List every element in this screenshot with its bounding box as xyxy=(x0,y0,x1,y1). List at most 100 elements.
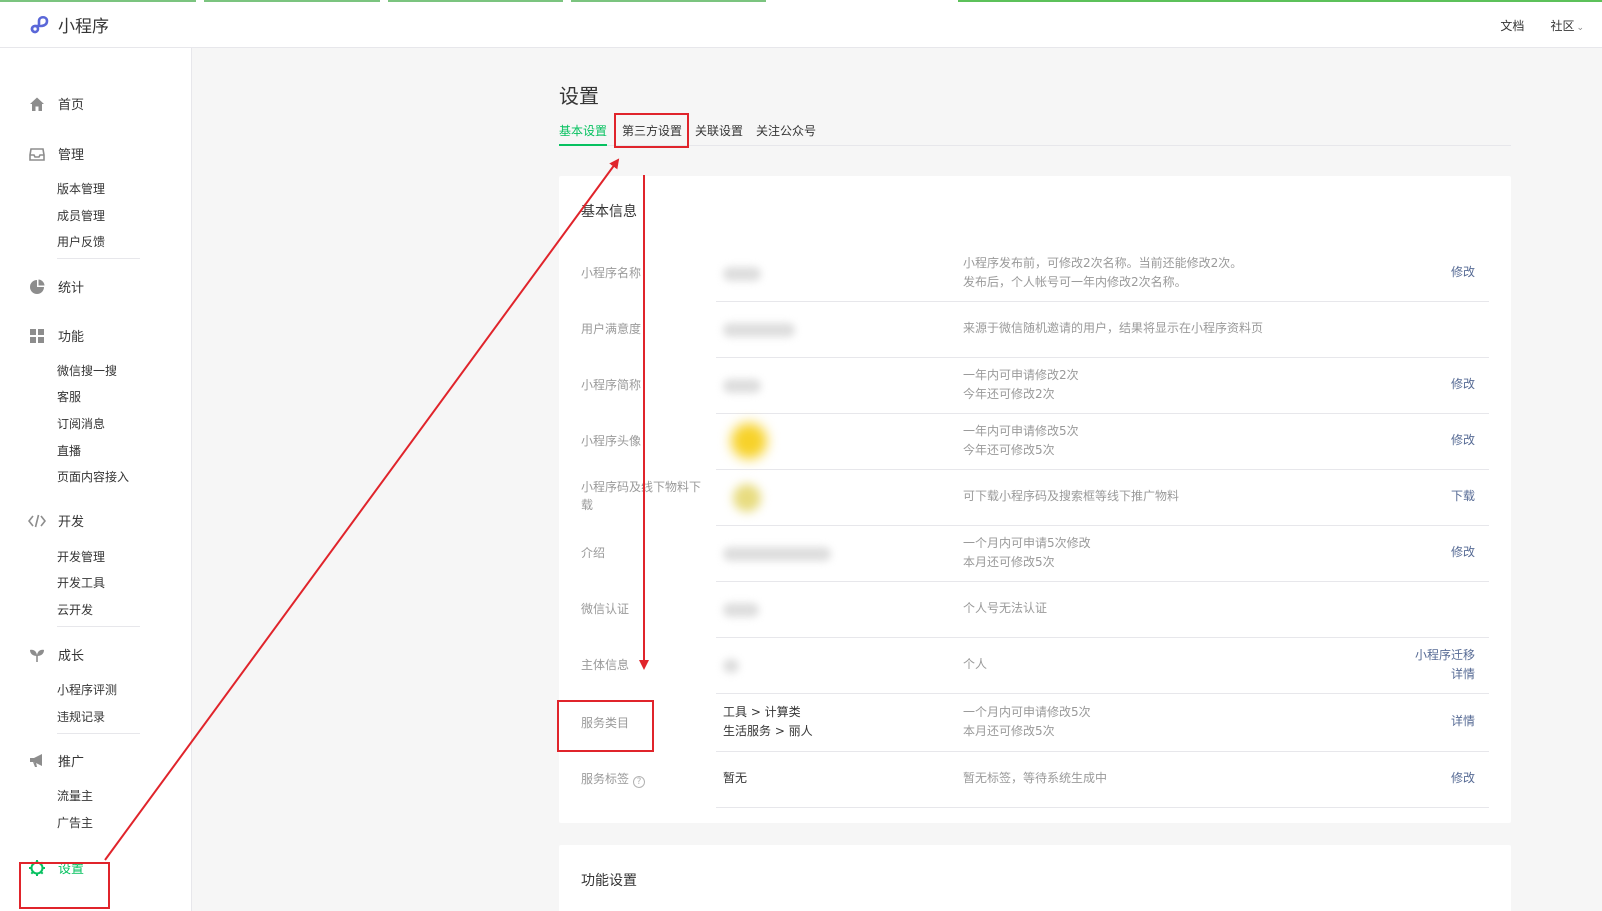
chevron-down-icon: ⌄ xyxy=(1576,23,1584,33)
sidebar-subitem-member-manage[interactable]: 成员管理 xyxy=(57,207,105,224)
sidebar-subitem-page-content[interactable]: 页面内容接入 xyxy=(57,468,129,485)
sidebar-subitem-violation-record[interactable]: 违规记录 xyxy=(57,708,105,725)
mini-program-logo-icon xyxy=(30,15,49,33)
sidebar-item-growth[interactable]: 成长 xyxy=(28,645,84,664)
tab-follow-official-account[interactable]: 关注公众号 xyxy=(756,122,816,139)
sidebar-item-promotion[interactable]: 推广 xyxy=(28,751,84,770)
sidebar-subitem-evaluation[interactable]: 小程序评测 xyxy=(57,681,117,698)
modify-avatar-link[interactable]: 修改 xyxy=(1451,431,1475,450)
sidebar-item-develop[interactable]: 开发 xyxy=(28,511,84,530)
sidebar-item-label: 推广 xyxy=(58,755,85,770)
main-content: 设置 基本设置 第三方设置 关联设置 关注公众号 基本信息 小程序名称 小程序发… xyxy=(192,48,1602,911)
sidebar-item-label: 统计 xyxy=(58,281,85,296)
row-desc-line: 发布后，个人帐号可一年内修改2次名称。 xyxy=(963,275,1187,289)
page-title: 设置 xyxy=(559,84,599,108)
service-category-details-link[interactable]: 详情 xyxy=(1451,712,1475,731)
modify-name-link[interactable]: 修改 xyxy=(1451,263,1475,282)
qrcode-thumbnail xyxy=(733,484,761,512)
row-desc-line: 本月还可修改5次 xyxy=(963,555,1055,569)
annotation-box-service-category xyxy=(557,700,654,752)
row-divider xyxy=(716,807,1489,808)
row-desc: 小程序发布前，可修改2次名称。当前还能修改2次。 发布后，个人帐号可一年内修改2… xyxy=(963,254,1242,292)
loading-strip xyxy=(0,0,196,2)
sidebar-subitem-version-manage[interactable]: 版本管理 xyxy=(57,180,105,197)
sidebar-subitem-customer-service[interactable]: 客服 xyxy=(57,388,81,405)
top-links: 文档 社区 ⌄ xyxy=(1500,17,1584,34)
loading-strip xyxy=(958,0,1602,2)
modify-short-name-link[interactable]: 修改 xyxy=(1451,375,1475,394)
row-desc: 来源于微信随机邀请的用户，结果将显示在小程序资料页 xyxy=(963,321,1264,335)
sidebar-subitem-live[interactable]: 直播 xyxy=(57,442,81,459)
sidebar-item-features[interactable]: 功能 xyxy=(28,326,84,345)
loading-strip xyxy=(204,0,380,2)
app-logo[interactable]: 小程序 xyxy=(28,12,109,37)
active-tab-underline xyxy=(559,144,607,146)
settings-tabs: 基本设置 第三方设置 关联设置 关注公众号 xyxy=(559,120,1511,146)
row-label: 介绍 xyxy=(581,546,606,560)
row-label: 用户满意度 xyxy=(581,322,642,336)
row-desc-line: 小程序发布前，可修改2次名称。当前还能修改2次。 xyxy=(963,256,1243,270)
row-label: 小程序码及线下物料下载 xyxy=(581,480,702,512)
service-tags-value: 暂无 xyxy=(723,771,748,785)
sidebar-item-manage[interactable]: 管理 xyxy=(28,144,84,163)
sidebar-subitem-subscribe-message[interactable]: 订阅消息 xyxy=(57,415,105,432)
sidebar-subitem-dev-tools[interactable]: 开发工具 xyxy=(57,574,105,591)
loading-strip xyxy=(571,0,766,2)
grid-icon xyxy=(28,327,46,345)
code-icon xyxy=(28,512,46,530)
row-desc: 一年内可申请修改2次 今年还可修改2次 xyxy=(963,366,1079,404)
sidebar-subitem-cloud-dev[interactable]: 云开发 xyxy=(57,601,93,618)
row-desc: 个人 xyxy=(963,657,988,671)
app-name: 小程序 xyxy=(58,17,109,37)
row-desc: 暂无标签，等待系统生成中 xyxy=(963,771,1108,785)
row-desc-line: 今年还可修改5次 xyxy=(963,443,1055,457)
sidebar-subitem-advertiser[interactable]: 广告主 xyxy=(57,814,93,831)
annotation-box-third-party-tab xyxy=(614,113,689,148)
row-label: 小程序头像 xyxy=(581,434,642,448)
category-line: 生活服务 > 丽人 xyxy=(723,724,813,738)
modify-service-tags-link[interactable]: 修改 xyxy=(1451,769,1475,788)
info-row-intro: 介绍 一个月内可申请5次修改 本月还可修改5次 修改 xyxy=(581,526,1489,582)
tab-association-settings[interactable]: 关联设置 xyxy=(695,122,743,139)
sidebar-item-label: 开发 xyxy=(58,515,85,530)
sidebar-subitem-user-feedback[interactable]: 用户反馈 xyxy=(57,233,105,250)
avatar xyxy=(731,423,767,459)
inbox-icon xyxy=(28,145,46,163)
row-desc: 可下载小程序码及搜索框等线下推广物料 xyxy=(963,489,1180,503)
category-line: 工具 > 计算类 xyxy=(723,705,801,719)
info-row-short-name: 小程序简称 一年内可申请修改2次 今年还可修改2次 修改 xyxy=(581,358,1489,414)
sprout-icon xyxy=(28,646,46,664)
sidebar-divider xyxy=(57,258,140,259)
download-materials-link[interactable]: 下载 xyxy=(1451,487,1475,506)
sidebar-subitem-traffic-owner[interactable]: 流量主 xyxy=(57,787,93,804)
docs-link[interactable]: 文档 xyxy=(1500,17,1524,34)
top-bar: 小程序 文档 社区 ⌄ xyxy=(0,0,1602,48)
row-desc: 一年内可申请修改5次 今年还可修改5次 xyxy=(963,422,1079,460)
sidebar-item-home[interactable]: 首页 xyxy=(28,94,84,113)
community-link-label: 社区 xyxy=(1550,19,1575,33)
loading-strip xyxy=(388,0,563,2)
sidebar-item-stats[interactable]: 统计 xyxy=(28,277,84,296)
tab-basic-settings[interactable]: 基本设置 xyxy=(559,122,607,139)
basic-info-title: 基本信息 xyxy=(581,204,637,220)
info-row-satisfaction: 用户满意度 来源于微信随机邀请的用户，结果将显示在小程序资料页 xyxy=(581,302,1489,358)
migrate-mini-program-link[interactable]: 小程序迁移 xyxy=(1415,646,1475,665)
row-actions: 小程序迁移 详情 xyxy=(1415,646,1475,684)
blurred-value xyxy=(723,659,739,673)
subject-details-link[interactable]: 详情 xyxy=(1415,665,1475,684)
service-category-values: 工具 > 计算类 生活服务 > 丽人 xyxy=(723,703,813,741)
blurred-value xyxy=(723,267,761,281)
info-row-qrcode: 小程序码及线下物料下载 可下载小程序码及搜索框等线下推广物料 下载 xyxy=(581,470,1489,526)
row-label: 主体信息 xyxy=(581,658,630,672)
pie-chart-icon xyxy=(28,278,46,296)
megaphone-icon xyxy=(28,752,46,770)
community-link[interactable]: 社区 ⌄ xyxy=(1550,17,1584,34)
sidebar-subitem-wechat-search[interactable]: 微信搜一搜 xyxy=(57,362,117,379)
info-row-subject: 主体信息 个人 小程序迁移 详情 xyxy=(581,638,1489,694)
row-label: 小程序名称 xyxy=(581,266,642,280)
help-icon[interactable]: ? xyxy=(633,776,646,788)
blurred-value xyxy=(723,603,759,617)
modify-intro-link[interactable]: 修改 xyxy=(1451,543,1475,562)
sidebar-subitem-dev-manage[interactable]: 开发管理 xyxy=(57,548,105,565)
basic-info-card: 基本信息 小程序名称 小程序发布前，可修改2次名称。当前还能修改2次。 发布后，… xyxy=(559,176,1511,823)
